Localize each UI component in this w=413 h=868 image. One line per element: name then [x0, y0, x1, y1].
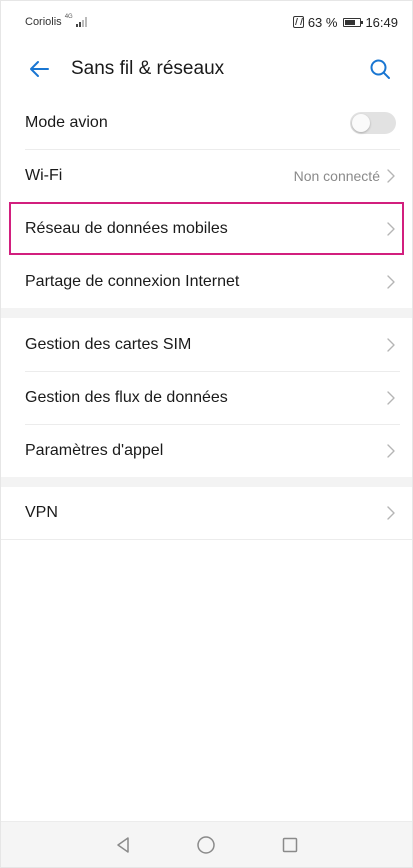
- section-divider: [1, 477, 412, 487]
- settings-item-vpn[interactable]: VPN: [1, 487, 412, 540]
- chevron-right-icon: [387, 337, 395, 352]
- settings-item-label: Gestion des flux de données: [25, 388, 228, 406]
- settings-group-vpn: VPN: [1, 487, 412, 540]
- settings-item-label: Réseau de données mobiles: [25, 219, 228, 237]
- clock: 16:49: [365, 14, 398, 30]
- nav-back-button[interactable]: [105, 827, 141, 863]
- triangle-back-icon: [117, 836, 129, 853]
- back-button[interactable]: [17, 47, 61, 91]
- chevron-right-icon: [387, 443, 395, 458]
- search-icon: [370, 59, 390, 79]
- square-recents-icon: [282, 837, 298, 852]
- settings-item-label: Wi-Fi: [25, 166, 63, 184]
- chevron-right-icon: [387, 221, 395, 236]
- settings-group-connectivity: Mode avion Wi-Fi Non connecté Réseau de …: [1, 96, 412, 308]
- settings-item-call-settings[interactable]: Paramètres d'appel: [1, 424, 412, 477]
- circle-home-icon: [197, 835, 216, 854]
- settings-group-sim: Gestion des cartes SIM Gestion des flux …: [1, 318, 412, 477]
- wifi-status: Non connecté: [293, 167, 380, 184]
- search-button[interactable]: [358, 47, 402, 91]
- chevron-right-icon: [387, 506, 395, 520]
- nfc-icon: [292, 16, 304, 28]
- settings-item-label: Paramètres d'appel: [25, 441, 164, 459]
- app-header: Sans fil & réseaux: [1, 43, 412, 95]
- settings-item-data-usage[interactable]: Gestion des flux de données: [1, 371, 412, 424]
- settings-item-label: Mode avion: [25, 113, 108, 131]
- settings-item-wifi[interactable]: Wi-Fi Non connecté: [1, 149, 412, 202]
- settings-item-sim-management[interactable]: Gestion des cartes SIM: [1, 318, 412, 371]
- settings-list: Mode avion Wi-Fi Non connecté Réseau de …: [1, 96, 412, 540]
- page-title: Sans fil & réseaux: [71, 58, 225, 79]
- status-bar: Coriolis 4G 63 % 16:49: [1, 1, 412, 43]
- status-right: 63 % 16:49: [292, 14, 398, 30]
- settings-item-label: Partage de connexion Internet: [25, 272, 240, 290]
- network-type: 4G: [64, 14, 73, 20]
- signal-strength-icon: [75, 17, 87, 27]
- chevron-right-icon: [387, 390, 395, 405]
- chevron-right-icon: [387, 274, 395, 289]
- settings-item-airplane-mode[interactable]: Mode avion: [1, 96, 412, 149]
- section-divider: [1, 308, 412, 318]
- arrow-left-icon: [30, 61, 49, 77]
- settings-item-mobile-data[interactable]: Réseau de données mobiles: [9, 202, 404, 255]
- system-nav-bar: [1, 821, 412, 867]
- chevron-right-icon: [387, 168, 395, 183]
- carrier-name: Coriolis: [25, 16, 62, 28]
- settings-item-label: VPN: [25, 504, 58, 521]
- airplane-mode-toggle[interactable]: [350, 111, 396, 134]
- battery-percent: 63 %: [307, 14, 338, 30]
- nav-recents-button[interactable]: [272, 827, 308, 863]
- nav-home-button[interactable]: [188, 827, 224, 863]
- settings-item-label: Gestion des cartes SIM: [25, 335, 192, 353]
- status-left: Coriolis 4G: [25, 14, 87, 28]
- settings-screen: Coriolis 4G 63 % 16:49 Sans fil & réseau…: [0, 0, 413, 868]
- settings-item-tethering[interactable]: Partage de connexion Internet: [1, 255, 412, 308]
- battery-icon: [343, 17, 364, 27]
